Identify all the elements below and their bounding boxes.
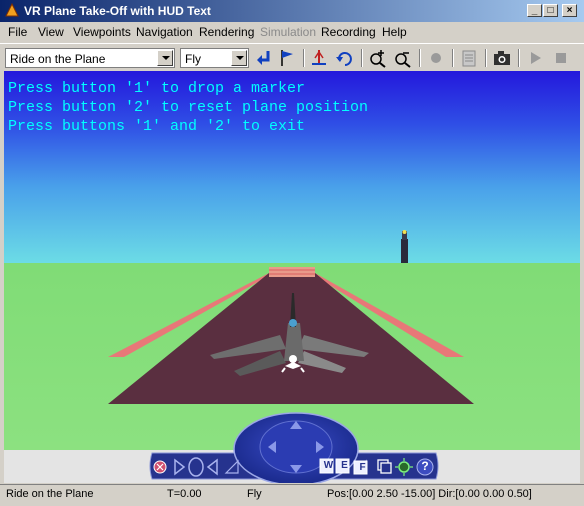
camera-capture-icon[interactable] [492, 48, 512, 68]
toolbar-separator [303, 49, 305, 67]
navigation-mode-value: Fly [185, 52, 201, 66]
menu-rendering[interactable]: Rendering [199, 25, 254, 39]
orbit-icon[interactable] [188, 457, 204, 477]
chevron-down-icon[interactable] [231, 50, 247, 66]
zoom-in-icon[interactable] [368, 48, 388, 68]
hud-instruction-line: Press buttons '1' and '2' to exit [8, 118, 306, 135]
menu-bar: File View Viewpoints Navigation Renderin… [0, 22, 584, 42]
record-icon [431, 53, 441, 63]
toolbar-separator [518, 49, 520, 67]
navigation-panel [153, 457, 434, 477]
help-label: ? [421, 459, 429, 473]
viewpoint-select[interactable]: Ride on the Plane [5, 48, 175, 68]
close-button[interactable]: × [562, 4, 577, 17]
examine-mode-button[interactable]: E [338, 460, 351, 471]
vr-scene-viewport[interactable]: Press button '1' to drop a marker Press … [4, 71, 580, 483]
menu-viewpoints[interactable]: Viewpoints [73, 25, 131, 39]
maximize-button[interactable]: □ [543, 4, 558, 17]
hud-instruction-line: Press button '1' to drop a marker [8, 80, 306, 97]
hud-instruction-line: Press button '2' to reset plane position [8, 99, 369, 116]
close-panel-icon[interactable] [153, 460, 167, 474]
parameters-page-icon [462, 50, 476, 67]
menu-help[interactable]: Help [382, 25, 407, 39]
minimize-button[interactable]: _ [527, 4, 542, 17]
status-position: Pos:[0.00 2.50 -15.00] Dir:[0.00 0.00 0.… [327, 488, 532, 500]
create-viewpoint-flag-icon[interactable] [277, 48, 297, 68]
window-title: VR Plane Take-Off with HUD Text [24, 4, 211, 18]
zoom-out-icon[interactable] [393, 48, 413, 68]
toolbar-separator [485, 49, 487, 67]
navigation-mode-select[interactable]: Fly [180, 48, 249, 68]
status-nav-mode: Fly [247, 488, 262, 500]
menu-recording[interactable]: Recording [321, 25, 376, 39]
return-to-viewpoint-icon[interactable] [254, 48, 274, 68]
stop-icon [556, 53, 566, 63]
app-window: VR Plane Take-Off with HUD Text _ □ × Fi… [0, 0, 584, 505]
menu-file[interactable]: File [8, 25, 27, 39]
app-icon [5, 3, 19, 17]
toolbar: Ride on the Plane Fly [0, 43, 584, 71]
play-icon [531, 52, 541, 64]
rotate-right-icon[interactable] [206, 458, 218, 476]
status-time: T=0.00 [167, 488, 202, 500]
slide-left-icon[interactable] [224, 459, 239, 474]
straighten-up-icon[interactable] [309, 48, 329, 68]
menu-view[interactable]: View [38, 25, 64, 39]
menu-simulation: Simulation [260, 25, 317, 39]
toolbar-separator [361, 49, 363, 67]
menu-navigation[interactable]: Navigation [136, 25, 193, 39]
status-bar: Ride on the Plane T=0.00 Fly Pos:[0.00 2… [0, 484, 584, 506]
rotate-left-icon[interactable] [174, 458, 186, 476]
status-viewpoint: Ride on the Plane [6, 488, 94, 500]
title-bar: VR Plane Take-Off with HUD Text _ □ × [0, 0, 584, 22]
toolbar-separator [452, 49, 454, 67]
undo-move-icon[interactable] [334, 48, 354, 68]
toolbar-separator [419, 49, 421, 67]
chevron-down-icon[interactable] [157, 50, 173, 66]
headlight-icon[interactable] [395, 458, 413, 476]
viewpoint-select-value: Ride on the Plane [10, 52, 106, 66]
walk-mode-button[interactable]: W [322, 460, 335, 471]
straighten-icon[interactable] [377, 459, 392, 474]
fly-mode-button[interactable]: F [356, 462, 369, 473]
